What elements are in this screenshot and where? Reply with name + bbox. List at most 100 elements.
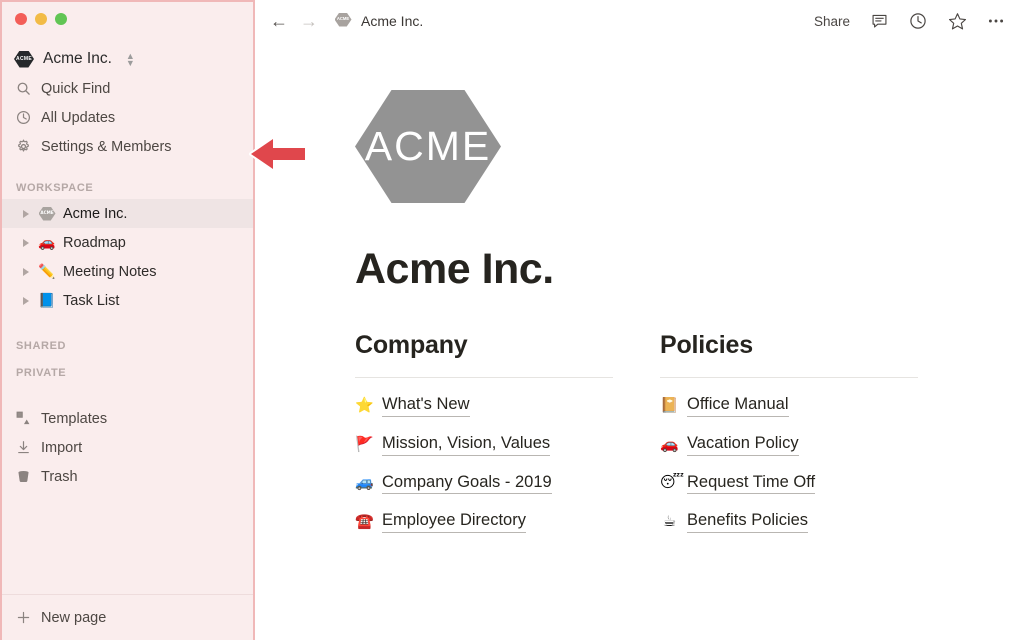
sidebar-page-roadmap[interactable]: 🚗 Roadmap bbox=[0, 228, 253, 257]
workspace-logo-icon: ACME bbox=[14, 50, 34, 68]
sidebar-item-import[interactable]: Import bbox=[0, 433, 253, 462]
page-link-label[interactable]: Request Time Off bbox=[687, 472, 816, 495]
expand-triangle-icon[interactable] bbox=[20, 296, 31, 305]
search-icon bbox=[14, 80, 32, 98]
toolbar-right-group: Share bbox=[814, 11, 1006, 31]
car-emoji-icon: 🚗 bbox=[38, 234, 56, 251]
arrow-right-icon[interactable]: → bbox=[299, 11, 319, 31]
sidebar-item-label: All Updates bbox=[41, 109, 116, 126]
telephone-emoji-icon: ☎️ bbox=[355, 511, 374, 530]
page-link-label[interactable]: Company Goals - 2019 bbox=[382, 472, 552, 495]
page-link-label[interactable]: Benefits Policies bbox=[687, 510, 809, 533]
breadcrumb-label: Acme Inc. bbox=[361, 13, 424, 29]
notebook-emoji-icon: 📔 bbox=[660, 396, 679, 415]
sidebar-item-label: Trash bbox=[41, 468, 78, 485]
column-title: Company bbox=[355, 331, 468, 360]
list-item[interactable]: ☎️ Employee Directory bbox=[355, 510, 660, 533]
sidebar-page-label: Task List bbox=[63, 292, 120, 309]
sidebar-page-label: Meeting Notes bbox=[63, 263, 157, 280]
expand-triangle-icon[interactable] bbox=[20, 209, 31, 218]
sidebar-page-label: Acme Inc. bbox=[63, 205, 128, 222]
close-window-button[interactable] bbox=[15, 13, 27, 25]
sidebar-item-quick-find[interactable]: Quick Find bbox=[0, 74, 253, 103]
sidebar-page-acme-inc[interactable]: ACME Acme Inc. bbox=[0, 199, 253, 228]
comment-icon[interactable] bbox=[869, 11, 889, 31]
list-item[interactable]: 📔 Office Manual bbox=[660, 394, 965, 417]
sidebar-item-label: Quick Find bbox=[41, 80, 111, 97]
column-divider bbox=[355, 377, 613, 379]
page-body: ACME Acme Inc. Company ⭐ What's New 🚩 Mi… bbox=[255, 42, 1024, 533]
new-page-button[interactable]: New page bbox=[0, 594, 253, 640]
book-emoji-icon: 📘 bbox=[38, 292, 56, 309]
section-header-shared: SHARED bbox=[16, 340, 67, 352]
breadcrumb-acme-icon: ACME bbox=[333, 12, 353, 30]
sidebar-item-label: Settings & Members bbox=[41, 138, 172, 155]
car-emoji-icon: 🚗 bbox=[660, 434, 679, 453]
list-item[interactable]: ☕ Benefits Policies bbox=[660, 510, 965, 533]
top-toolbar: ← → ACME Acme Inc. Share bbox=[255, 0, 1024, 42]
section-header-workspace: WORKSPACE bbox=[16, 182, 94, 194]
column-title: Policies bbox=[660, 331, 753, 360]
sidebar-item-all-updates[interactable]: All Updates bbox=[0, 103, 253, 132]
column-divider bbox=[660, 377, 918, 379]
workspace-switcher[interactable]: ACME Acme Inc. ▲ ▼ bbox=[0, 44, 253, 74]
sidebar-item-settings-members[interactable]: Settings & Members bbox=[0, 132, 253, 161]
page-cover-logo-text: ACME bbox=[364, 123, 492, 169]
sidebar: ACME Acme Inc. ▲ ▼ Quick Find All Updates bbox=[0, 0, 255, 640]
page-link-label[interactable]: What's New bbox=[382, 394, 470, 417]
breadcrumb[interactable]: ACME Acme Inc. bbox=[333, 12, 424, 30]
templates-icon bbox=[14, 410, 32, 428]
sidebar-page-meeting-notes[interactable]: ✏️ Meeting Notes bbox=[0, 257, 253, 286]
star-emoji-icon: ⭐ bbox=[355, 396, 374, 415]
list-item[interactable]: 🚗 Vacation Policy bbox=[660, 433, 965, 456]
app-window: ACME Acme Inc. ▲ ▼ Quick Find All Updates bbox=[0, 0, 1024, 640]
more-options-icon[interactable] bbox=[986, 11, 1006, 31]
page-link-label[interactable]: Employee Directory bbox=[382, 510, 526, 533]
acme-hex-icon-text: ACME bbox=[40, 210, 54, 216]
sidebar-item-templates[interactable]: Templates bbox=[0, 404, 253, 433]
minimize-window-button[interactable] bbox=[35, 13, 47, 25]
trash-icon bbox=[14, 468, 32, 486]
main-content: ← → ACME Acme Inc. Share ACME Acme Inc. … bbox=[255, 0, 1024, 640]
star-icon[interactable] bbox=[947, 11, 967, 31]
acme-hex-icon: ACME bbox=[38, 206, 56, 221]
breadcrumb-acme-icon-text: ACME bbox=[336, 16, 350, 22]
import-icon bbox=[14, 439, 32, 457]
page-cover-logo: ACME bbox=[355, 90, 501, 203]
sidebar-item-trash[interactable]: Trash bbox=[0, 462, 253, 491]
chevron-updown-icon: ▲ ▼ bbox=[125, 50, 135, 68]
expand-triangle-icon[interactable] bbox=[20, 238, 31, 247]
workspace-name: Acme Inc. bbox=[43, 50, 112, 67]
section-header-private: PRIVATE bbox=[16, 367, 67, 379]
sidebar-page-task-list[interactable]: 📘 Task List bbox=[0, 286, 253, 315]
car-emoji-icon: 🚙 bbox=[355, 473, 374, 492]
window-traffic-lights bbox=[0, 0, 253, 26]
share-button[interactable]: Share bbox=[814, 14, 850, 29]
sidebar-item-label: Import bbox=[41, 439, 83, 456]
list-item[interactable]: 🚙 Company Goals - 2019 bbox=[355, 472, 660, 495]
list-item[interactable]: ⭐ What's New bbox=[355, 394, 660, 417]
workspace-logo-text: ACME bbox=[16, 55, 32, 62]
sleeping-face-emoji-icon: 😴 bbox=[660, 473, 685, 492]
list-item[interactable]: 😴 Request Time Off bbox=[660, 472, 965, 495]
clock-icon bbox=[14, 109, 32, 127]
history-clock-icon[interactable] bbox=[908, 11, 928, 31]
column-policies: Policies 📔 Office Manual 🚗 Vacation Poli… bbox=[660, 331, 965, 533]
column-company: Company ⭐ What's New 🚩 Mission, Vision, … bbox=[355, 331, 660, 533]
flag-emoji-icon: 🚩 bbox=[355, 434, 374, 453]
pencil-emoji-icon: ✏️ bbox=[38, 263, 56, 280]
expand-triangle-icon[interactable] bbox=[20, 267, 31, 276]
list-item[interactable]: 🚩 Mission, Vision, Values bbox=[355, 433, 660, 456]
link-columns: Company ⭐ What's New 🚩 Mission, Vision, … bbox=[355, 331, 1024, 533]
gear-icon bbox=[14, 138, 32, 156]
page-link-label[interactable]: Mission, Vision, Values bbox=[382, 433, 551, 456]
page-link-label[interactable]: Vacation Policy bbox=[687, 433, 799, 456]
coffee-emoji-icon: ☕ bbox=[662, 511, 677, 530]
maximize-window-button[interactable] bbox=[55, 13, 67, 25]
sidebar-page-label: Roadmap bbox=[63, 234, 126, 251]
plus-icon bbox=[14, 609, 32, 627]
page-link-label[interactable]: Office Manual bbox=[687, 394, 789, 417]
sidebar-item-label: Templates bbox=[41, 410, 108, 427]
arrow-left-icon[interactable]: ← bbox=[269, 11, 289, 31]
